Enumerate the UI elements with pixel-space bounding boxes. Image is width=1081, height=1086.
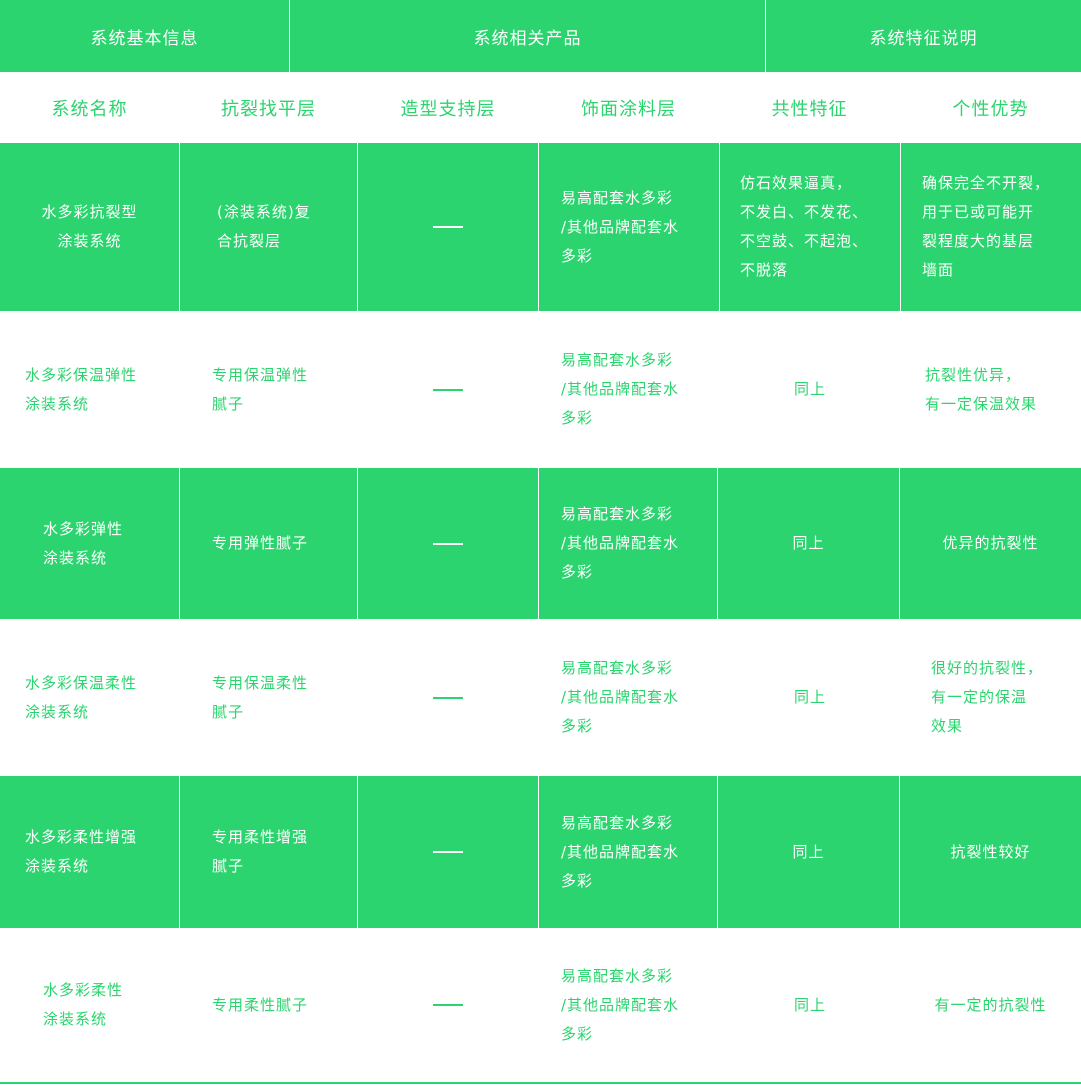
column-header-finish: 饰面涂料层: [581, 98, 676, 120]
empty-dash-icon: [433, 851, 463, 853]
column-header-modeling: 造型支持层: [400, 98, 496, 120]
finish-cell: 易高配套水多彩 /其他品牌配套水 多彩: [539, 619, 719, 776]
common-features-cell: 仿石效果逼真， 不发白、不发花、 不空鼓、不起泡、 不脱落: [720, 143, 900, 311]
common-features-text: 仿石效果逼真， 不发白、不发花、 不空鼓、不起泡、 不脱落: [740, 174, 869, 279]
finish-text: 易高配套水多彩 /其他品牌配套水 多彩: [561, 813, 680, 890]
leveling-cell: 专用保温弹性 腻子: [180, 311, 358, 468]
table-row: 水多彩弹性 涂装系统 专用弹性腻子 易高配套水多彩 /其他品牌配套水 多彩 同上…: [0, 468, 1081, 619]
finish-text: 易高配套水多彩 /其他品牌配套水 多彩: [561, 659, 680, 735]
group-header-row: 系统基本信息 系统相关产品 系统特征说明: [0, 0, 1081, 72]
group-header-basic-info: 系统基本信息: [90, 28, 199, 49]
modeling-cell: [358, 311, 538, 468]
system-name-text: 水多彩柔性 涂装系统: [43, 981, 124, 1028]
leveling-cell: 专用弹性腻子: [180, 468, 358, 619]
common-features-cell: 同上: [718, 468, 899, 619]
common-features-text: 同上: [792, 842, 825, 861]
leveling-cell: 专用柔性腻子: [180, 928, 358, 1082]
common-features-cell: 同上: [718, 776, 899, 928]
empty-dash-icon: [433, 1004, 463, 1006]
group-header-features: 系统特征说明: [869, 28, 978, 49]
leveling-text: 专用柔性增强 腻子: [212, 828, 309, 875]
advantage-cell: 很好的抗裂性， 有一定的保温 效果: [901, 619, 1081, 776]
advantage-text: 有一定的抗裂性: [934, 995, 1047, 1014]
finish-text: 易高配套水多彩 /其他品牌配套水 多彩: [561, 505, 680, 581]
advantage-cell: 抗裂性较好: [900, 776, 1081, 928]
common-features-cell: 同上: [720, 928, 900, 1082]
table-row: 水多彩柔性增强 涂装系统 专用柔性增强 腻子 易高配套水多彩 /其他品牌配套水 …: [0, 776, 1081, 928]
leveling-text: 专用柔性腻子: [212, 995, 309, 1014]
modeling-cell: [358, 776, 538, 928]
advantage-text: 确保完全不开裂， 用于已或可能开 裂程度大的基层 墙面: [922, 174, 1051, 279]
leveling-cell: (涂装系统)复 合抗裂层: [180, 143, 358, 311]
advantage-cell: 优异的抗裂性: [900, 468, 1081, 619]
system-name-cell: 水多彩弹性 涂装系统: [0, 468, 179, 619]
system-name-text: 水多彩保温柔性 涂装系统: [25, 673, 138, 721]
empty-dash-icon: [433, 226, 463, 228]
finish-cell: 易高配套水多彩 /其他品牌配套水 多彩: [539, 776, 719, 928]
system-name-cell: 水多彩保温弹性 涂装系统: [0, 311, 179, 468]
advantage-text: 优异的抗裂性: [942, 534, 1039, 552]
table-row: 水多彩保温弹性 涂装系统 专用保温弹性 腻子 易高配套水多彩 /其他品牌配套水 …: [0, 311, 1081, 468]
table-bottom-border: [0, 1082, 1081, 1084]
finish-cell: 易高配套水多彩 /其他品牌配套水 多彩: [539, 311, 719, 468]
table-row: 水多彩柔性 涂装系统 专用柔性腻子 易高配套水多彩 /其他品牌配套水 多彩 同上…: [0, 928, 1081, 1082]
leveling-text: 专用保温柔性 腻子: [212, 673, 309, 721]
modeling-cell: [358, 619, 538, 776]
advantage-cell: 抗裂性优异， 有一定保温效果: [901, 311, 1081, 468]
system-name-text: 水多彩抗裂型 涂装系统: [41, 203, 138, 250]
leveling-cell: 专用柔性增强 腻子: [180, 776, 358, 928]
advantage-cell: 确保完全不开裂， 用于已或可能开 裂程度大的基层 墙面: [901, 143, 1081, 311]
finish-text: 易高配套水多彩 /其他品牌配套水 多彩: [561, 966, 680, 1043]
table-row: 水多彩保温柔性 涂装系统 专用保温柔性 腻子 易高配套水多彩 /其他品牌配套水 …: [0, 619, 1081, 776]
table-row: 水多彩抗裂型 涂装系统 (涂装系统)复 合抗裂层 易高配套水多彩 /其他品牌配套…: [0, 143, 1081, 311]
system-name-text: 水多彩弹性 涂装系统: [43, 519, 124, 567]
column-header-row: 系统名称 抗裂找平层 造型支持层 饰面涂料层 共性特征 个性优势: [0, 72, 1081, 143]
common-features-text: 同上: [793, 380, 826, 398]
empty-dash-icon: [433, 542, 463, 545]
leveling-text: 专用保温弹性 腻子: [212, 365, 309, 413]
common-features-text: 同上: [793, 995, 826, 1014]
common-features-text: 同上: [792, 534, 825, 552]
column-header-common-features: 共性特征: [771, 98, 848, 120]
system-name-cell: 水多彩柔性增强 涂装系统: [0, 776, 179, 928]
advantage-cell: 有一定的抗裂性: [900, 928, 1081, 1082]
common-features-cell: 同上: [720, 311, 900, 468]
system-name-cell: 水多彩抗裂型 涂装系统: [0, 143, 179, 311]
system-name-cell: 水多彩柔性 涂装系统: [0, 928, 179, 1082]
finish-text: 易高配套水多彩 /其他品牌配套水 多彩: [561, 188, 680, 265]
leveling-cell: 专用保温柔性 腻子: [180, 619, 358, 776]
finish-text: 易高配套水多彩 /其他品牌配套水 多彩: [561, 351, 680, 427]
finish-cell: 易高配套水多彩 /其他品牌配套水 多彩: [539, 143, 719, 311]
empty-dash-icon: [433, 696, 463, 699]
modeling-cell: [358, 143, 538, 311]
leveling-text: (涂装系统)复 合抗裂层: [217, 203, 311, 250]
empty-dash-icon: [433, 388, 463, 391]
finish-cell: 易高配套水多彩 /其他品牌配套水 多彩: [539, 928, 719, 1082]
finish-cell: 易高配套水多彩 /其他品牌配套水 多彩: [539, 468, 719, 619]
advantage-text: 很好的抗裂性， 有一定的保温 效果: [931, 659, 1044, 735]
common-features-cell: 同上: [720, 619, 900, 776]
advantage-text: 抗裂性优异， 有一定保温效果: [925, 365, 1038, 413]
column-header-system-name: 系统名称: [51, 98, 128, 120]
column-header-advantages: 个性优势: [952, 98, 1029, 120]
system-name-text: 水多彩柔性增强 涂装系统: [25, 828, 138, 875]
column-header-leveling: 抗裂找平层: [221, 98, 316, 120]
advantage-text: 抗裂性较好: [950, 842, 1031, 861]
common-features-text: 同上: [793, 688, 826, 706]
leveling-text: 专用弹性腻子: [212, 534, 309, 552]
group-header-related-products: 系统相关产品: [473, 28, 582, 49]
system-name-cell: 水多彩保温柔性 涂装系统: [0, 619, 179, 776]
system-name-text: 水多彩保温弹性 涂装系统: [25, 365, 138, 413]
modeling-cell: [358, 468, 538, 619]
modeling-cell: [358, 928, 538, 1082]
